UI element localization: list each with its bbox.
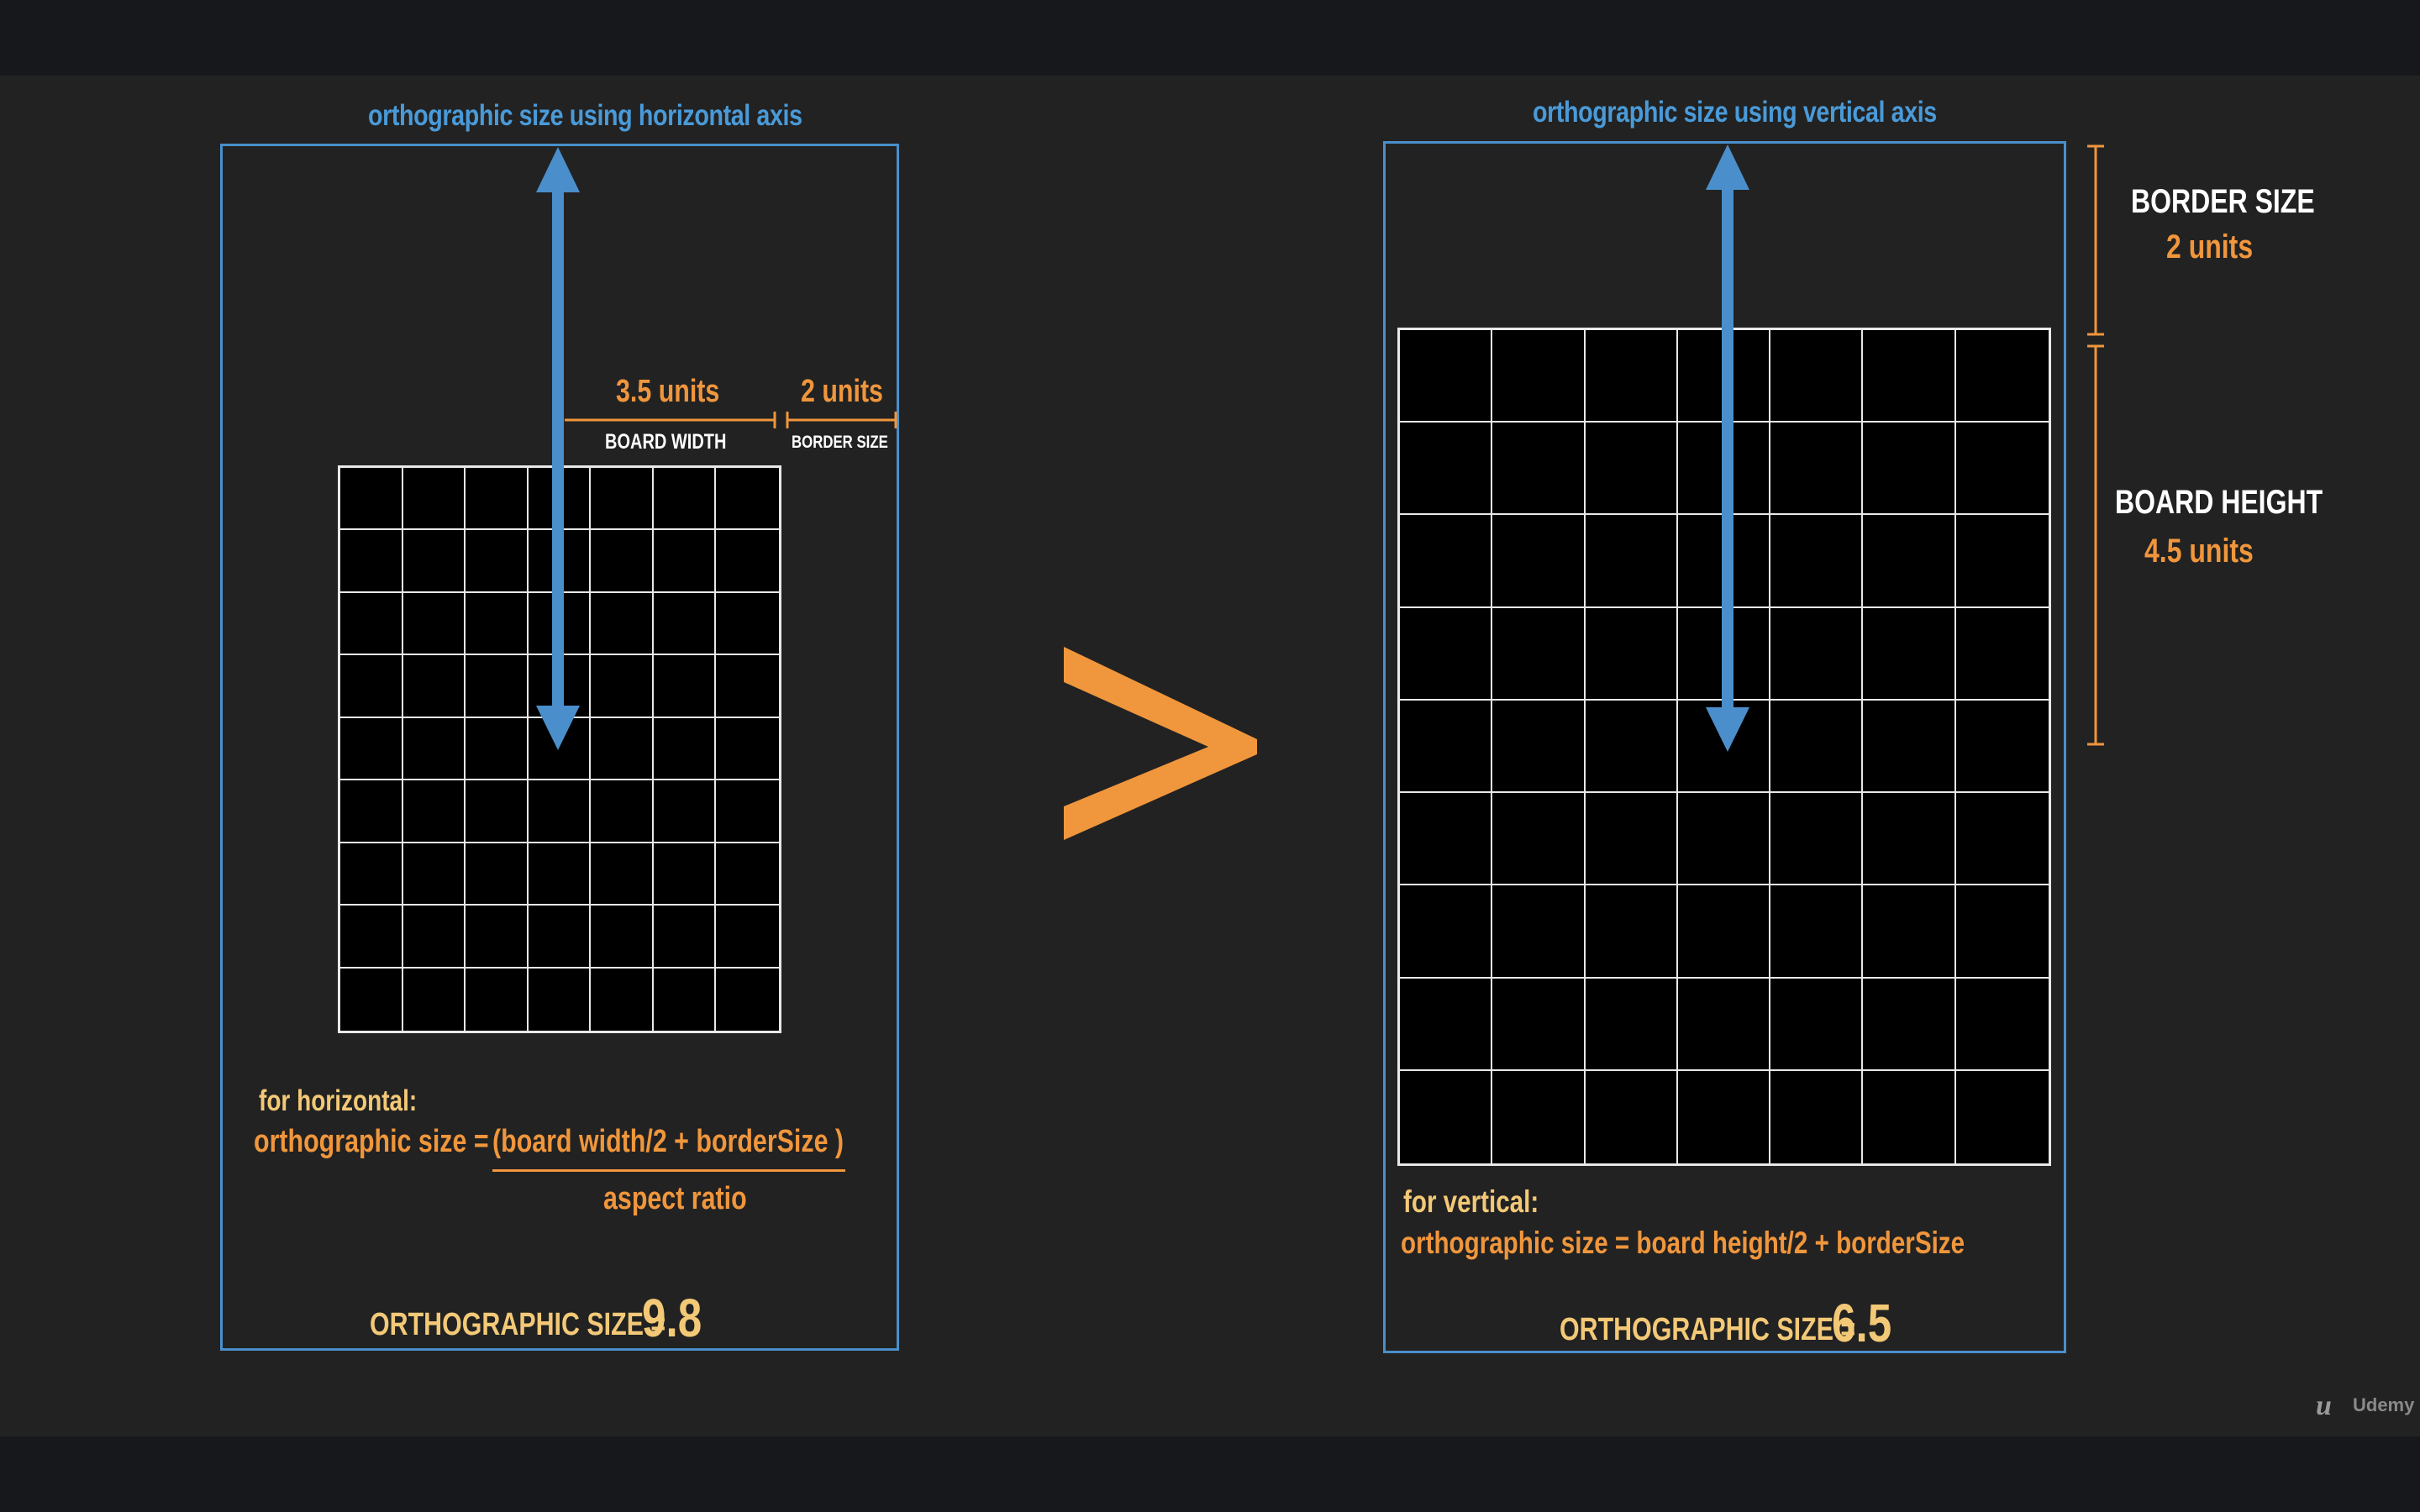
board-height-dimension [2087, 344, 2104, 746]
annotation-overlay [536, 144, 2104, 752]
udemy-logo-icon: u [2316, 1390, 2332, 1421]
right-border-dimension [2087, 144, 2104, 336]
horizontal-ortho-arrow [536, 147, 580, 750]
board-width-dimension [565, 412, 776, 428]
udemy-logo-text: Udemy [2353, 1394, 2415, 1415]
left-border-dimension [786, 412, 897, 428]
vertical-ortho-arrow [1706, 144, 1749, 752]
